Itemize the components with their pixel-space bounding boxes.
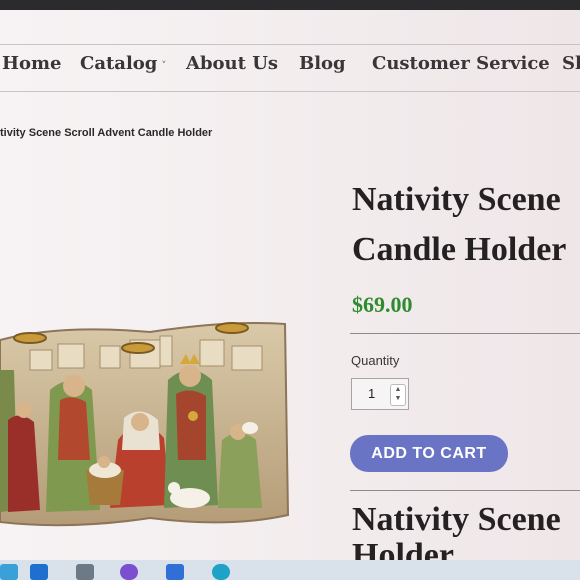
nav-blog[interactable]: Blog (299, 53, 346, 74)
nav-shop[interactable]: Sh (562, 53, 580, 74)
add-to-cart-button[interactable]: ADD TO CART (350, 435, 508, 472)
quantity-label: Quantity (351, 353, 400, 368)
taskbar (0, 560, 580, 580)
description-title-line-2: Holder (352, 537, 454, 561)
store-icon[interactable] (166, 564, 184, 580)
nav-catalog[interactable]: Catalog ˅ (80, 53, 166, 74)
browser-page: Home Catalog ˅ About Us Blog Customer Ser… (0, 10, 580, 560)
product-title-line-1: Nativity Scene (352, 181, 561, 218)
nav-home[interactable]: Home (2, 53, 62, 74)
divider (350, 333, 580, 334)
quantity-stepper[interactable]: 1 ▲ ▼ (351, 378, 409, 410)
monitor-bezel (0, 0, 580, 10)
nav-catalog-label: Catalog (80, 53, 158, 74)
stepper-arrows[interactable]: ▲ ▼ (390, 384, 406, 406)
mail-icon[interactable] (30, 564, 48, 580)
divider (350, 490, 580, 491)
chevron-down-icon: ˅ (161, 61, 167, 72)
product-title: Nativity Scene Candle Holder (352, 175, 566, 275)
nav-about-us[interactable]: About Us (186, 53, 278, 74)
description-title-line-1: Nativity Scene (352, 501, 561, 538)
copilot-icon[interactable] (120, 564, 138, 580)
product-title-line-2: Candle Holder (352, 231, 567, 268)
product-price: $69.00 (352, 292, 413, 317)
quantity-value[interactable]: 1 (368, 386, 375, 401)
calculator-icon[interactable] (76, 564, 94, 580)
breadcrumb: tivity Scene Scroll Advent Candle Holder (0, 127, 213, 139)
search-icon[interactable] (0, 564, 18, 580)
description-title: Nativity Scene Holder (352, 501, 561, 561)
main-navigation: Home Catalog ˅ About Us Blog Customer Ser… (0, 44, 580, 92)
chevron-down-icon[interactable]: ▼ (391, 394, 405, 403)
nav-customer-service[interactable]: Customer Service (372, 53, 550, 74)
product-image (0, 322, 290, 527)
edge-icon[interactable] (212, 564, 230, 580)
chevron-up-icon[interactable]: ▲ (391, 385, 405, 394)
